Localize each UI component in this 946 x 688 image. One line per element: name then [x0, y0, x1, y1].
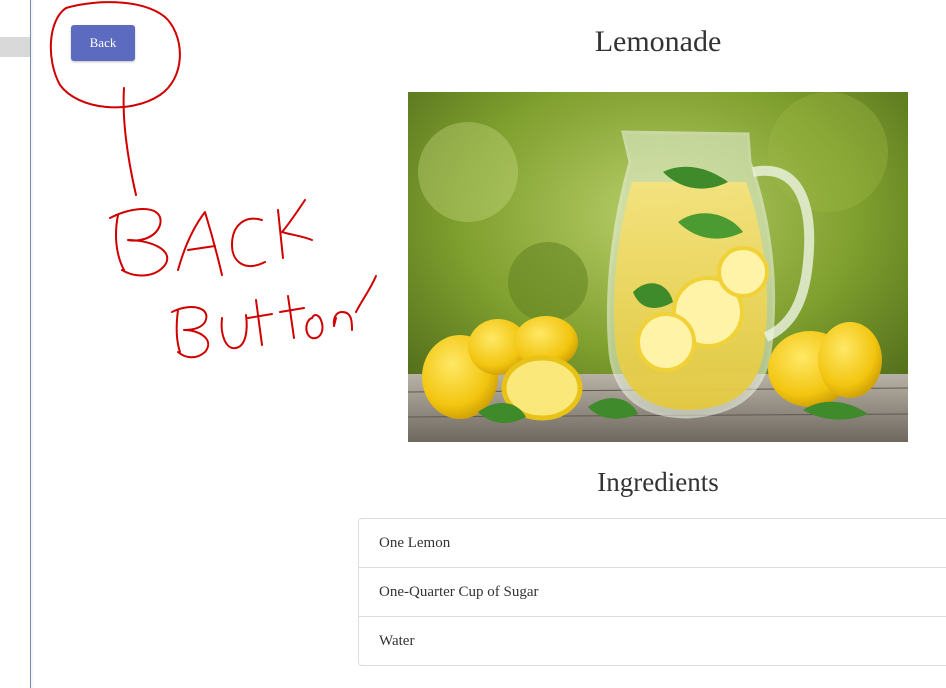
page: Back Lemonade Ingredients One Lemon One-… [0, 0, 946, 688]
page-title: Lemonade [594, 25, 722, 58]
annotation-arrow-line [122, 87, 137, 196]
lemonade-image [408, 92, 908, 442]
gutter-divider [30, 0, 31, 688]
ingredients-title: Ingredients [597, 467, 719, 497]
left-gutter [0, 0, 30, 688]
back-button[interactable]: Back [71, 25, 135, 61]
list-item: Water [359, 616, 946, 665]
list-item: One Lemon [379, 535, 451, 551]
lemonade-pitcher-photo [408, 92, 908, 442]
ingredient-list: One Lemon One-Quarter Cup of Sugar Water [358, 518, 946, 666]
list-item: One-Quarter Cup of Sugar [359, 567, 946, 616]
gutter-scrollbar [0, 37, 30, 57]
